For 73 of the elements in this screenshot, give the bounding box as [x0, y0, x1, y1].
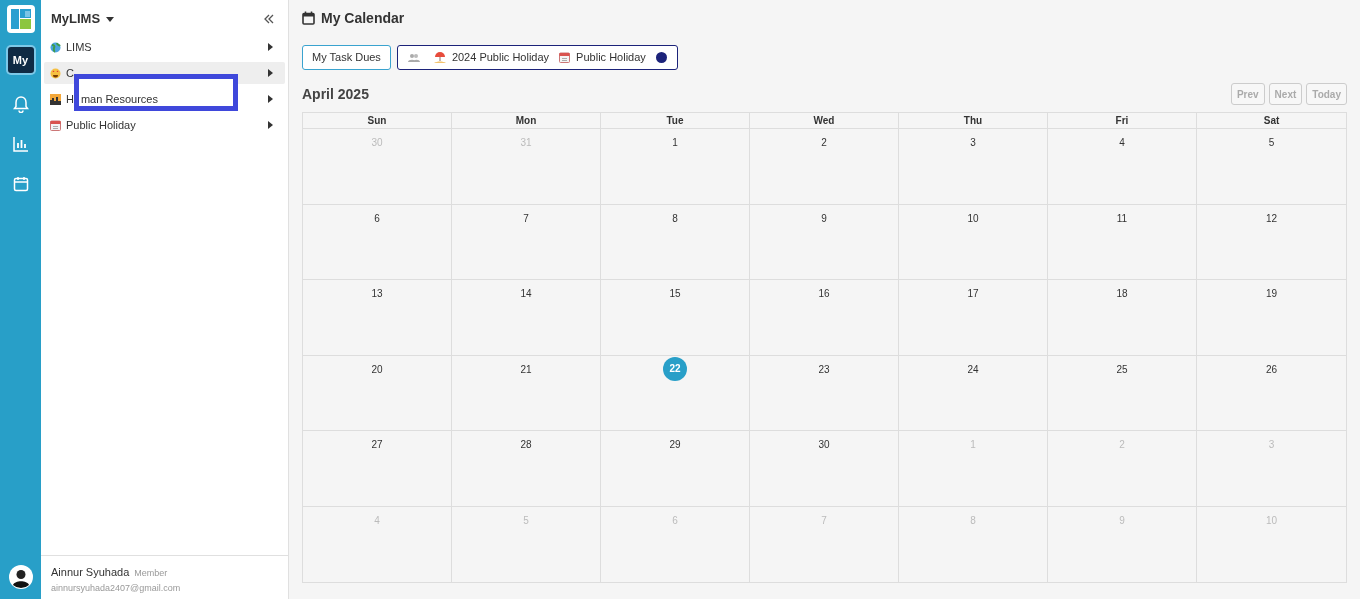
day-number: 5	[1268, 136, 1275, 149]
day-number: 18	[1116, 287, 1128, 300]
month-title: April 2025	[302, 84, 369, 104]
day-number: 30	[371, 136, 383, 149]
weekday-header: Tue	[601, 113, 750, 129]
app-logo-icon[interactable]	[6, 5, 35, 33]
people-icon	[407, 53, 420, 62]
day-number: 1	[672, 136, 678, 149]
day-number: 12	[1265, 211, 1278, 225]
day-number: 19	[1265, 287, 1278, 300]
city-icon	[50, 93, 61, 105]
day-number: 21	[520, 362, 532, 376]
day-number: 4	[374, 513, 380, 527]
day-number: 24	[967, 362, 979, 376]
weekday-header: Thu	[899, 113, 1048, 129]
day-number: 15	[669, 287, 681, 300]
weekday-header: Sun	[303, 113, 452, 129]
day-number: 13	[371, 287, 383, 300]
beach-umbrella-icon	[433, 52, 446, 63]
day-number: 8	[672, 211, 678, 225]
weekday-header: Fri	[1048, 113, 1197, 129]
my-tile[interactable]: My	[7, 47, 34, 73]
user-email: ainnursyuhada2407@gmail.com	[51, 581, 182, 595]
legend-label: 2024 Public Holiday	[451, 50, 550, 66]
weekday-header: Wed	[750, 113, 899, 129]
day-number: 7	[523, 211, 529, 225]
avatar-icon	[8, 565, 33, 589]
day-number: 29	[669, 438, 681, 451]
collapse-icon[interactable]	[264, 14, 274, 24]
day-number: 17	[967, 287, 979, 300]
user-role: Member	[134, 567, 168, 580]
calendar-icon	[302, 11, 315, 25]
task-dues-button[interactable]: My Task Dues	[302, 45, 391, 70]
weekday-header: Mon	[452, 113, 601, 129]
smiley-icon	[50, 67, 61, 79]
day-number: 14	[520, 287, 532, 300]
day-number: 4	[1119, 136, 1125, 149]
calendar-icon[interactable]	[11, 175, 30, 193]
bar-chart-icon[interactable]	[11, 135, 30, 153]
day-number: 25	[1116, 362, 1128, 376]
day-number: 23	[818, 362, 830, 376]
day-number: 26	[1265, 362, 1278, 376]
day-number: 3	[970, 136, 976, 149]
calendar-icon	[50, 119, 61, 131]
day-number: 31	[520, 136, 532, 149]
menu-label: man Resources	[80, 91, 158, 107]
day-number: 3	[1268, 438, 1275, 451]
legend-label: Public Holiday	[576, 50, 646, 66]
bell-icon[interactable]	[11, 95, 30, 113]
day-number: 10	[967, 211, 979, 225]
caret-right-icon	[268, 95, 273, 103]
caret-right-icon	[268, 69, 273, 77]
day-number: 11	[1116, 211, 1128, 225]
day-number: 27	[371, 438, 383, 451]
caret-icon	[106, 16, 115, 22]
menu-label: H	[66, 91, 74, 107]
page-title: My Calendar	[321, 8, 405, 28]
day-number: 16	[818, 287, 830, 300]
globe-icon	[50, 41, 61, 53]
today-day: 22	[663, 356, 687, 381]
day-number: 30	[818, 438, 830, 451]
user-name: Ainnur Syuhada	[51, 565, 130, 580]
caret-right-icon	[268, 121, 273, 129]
day-number: 6	[374, 211, 380, 225]
day-number: 28	[520, 438, 532, 451]
caret-right-icon	[268, 43, 273, 51]
weekday-header: Sat	[1197, 113, 1346, 129]
day-number: 20	[371, 362, 383, 376]
day-number: 9	[821, 211, 827, 225]
menu-label: C	[66, 65, 74, 81]
workspace-dropdown[interactable]: MyLIMS	[51, 9, 115, 29]
calendar-icon	[559, 52, 571, 63]
day-number: 2	[821, 136, 827, 149]
